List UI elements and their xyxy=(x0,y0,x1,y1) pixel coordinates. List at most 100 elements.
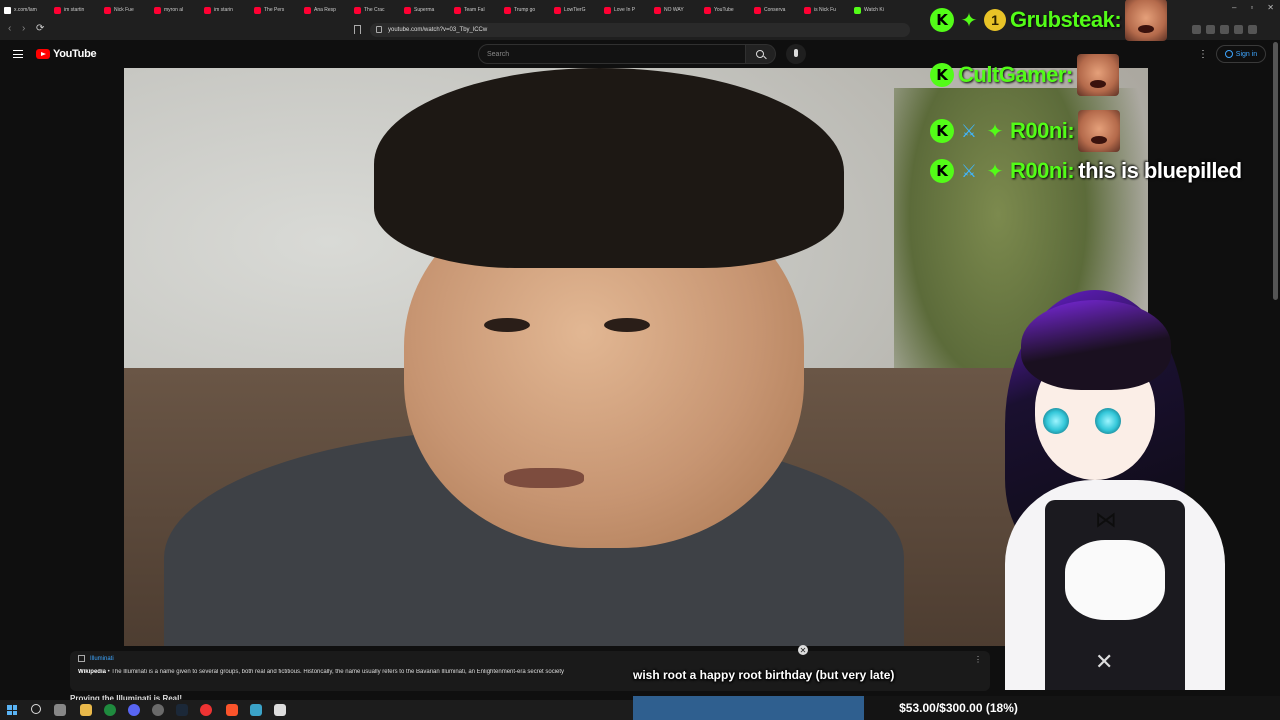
restore-button[interactable]: ▫ xyxy=(1250,3,1253,12)
app-icon[interactable] xyxy=(104,704,116,716)
kick-favicon-icon xyxy=(854,6,861,14)
extension-icon[interactable] xyxy=(1192,25,1201,34)
discord-icon[interactable] xyxy=(128,704,140,716)
tab-label: Ana Resp xyxy=(314,7,336,13)
youtube-logo-text: YouTube xyxy=(53,48,97,60)
kick-badge-icon: K xyxy=(930,63,954,87)
vtuber-avatar: ⋈ ✕ xyxy=(995,280,1235,690)
app-icon[interactable] xyxy=(274,704,286,716)
chat-username[interactable]: R00ni: xyxy=(1010,118,1075,144)
chat-text: this is bluepilled xyxy=(1078,158,1242,183)
avatar-eye xyxy=(1095,408,1121,434)
vseeface-icon[interactable] xyxy=(250,704,262,716)
avatar-eye xyxy=(1043,408,1069,434)
minimize-button[interactable]: – xyxy=(1232,3,1236,12)
obs-icon[interactable] xyxy=(152,704,164,716)
reload-icon[interactable]: ⟳ xyxy=(36,23,44,34)
youtube-favicon-icon xyxy=(554,6,561,14)
browser-tab[interactable]: Ana Resp xyxy=(300,1,350,19)
browser-tab[interactable]: NO WAY xyxy=(650,1,700,19)
site-info-icon[interactable] xyxy=(376,26,382,33)
browser-tab[interactable]: Trump go xyxy=(500,1,550,19)
donation-goal-bar: $53.00/$300.00 (18%) xyxy=(633,696,1280,720)
browser-tab[interactable]: x.com/lam xyxy=(0,1,50,19)
voice-search-icon[interactable] xyxy=(786,44,806,64)
extension-icon[interactable] xyxy=(1206,25,1215,34)
chrome-icon[interactable] xyxy=(200,704,212,716)
close-window-button[interactable]: ✕ xyxy=(1267,3,1274,12)
avatar-bow: ⋈ xyxy=(1095,508,1117,533)
tab-label: NO WAY xyxy=(664,7,684,13)
tab-label: Trump go xyxy=(514,7,536,13)
browser-tab[interactable]: LowTierG xyxy=(550,1,600,19)
browser-tab[interactable]: Watch Ki xyxy=(850,1,900,19)
tab-label: The Pers xyxy=(264,7,285,13)
browser-tab[interactable]: im startin xyxy=(50,1,100,19)
profile-icon[interactable] xyxy=(1248,25,1257,34)
extension-icon[interactable] xyxy=(1234,25,1243,34)
browser-tab[interactable]: Superma xyxy=(400,1,450,19)
browser-tab[interactable]: Love In P xyxy=(600,1,650,19)
more-icon[interactable]: ⋮ xyxy=(974,655,982,664)
person-mouth xyxy=(504,468,584,488)
sign-in-button[interactable]: Sign in xyxy=(1216,45,1266,63)
tab-label: Team Fal xyxy=(464,7,485,13)
tab-label: LowTierG xyxy=(564,7,586,13)
sign-in-label: Sign in xyxy=(1235,50,1258,58)
x-favicon-icon xyxy=(4,6,11,14)
tab-label: x.com/lam xyxy=(14,7,37,13)
menu-icon[interactable] xyxy=(13,50,23,58)
brave-icon[interactable] xyxy=(226,704,238,716)
browser-tab[interactable]: is Nick Fu xyxy=(800,1,850,19)
browser-tab[interactable]: Conserva xyxy=(750,1,800,19)
start-icon[interactable] xyxy=(7,705,17,715)
browser-tab[interactable]: The Crac xyxy=(350,1,400,19)
youtube-logo[interactable]: YouTube xyxy=(36,48,97,60)
wiki-topic-link[interactable]: Illuminati xyxy=(90,656,114,662)
avatar-bangs xyxy=(1021,300,1171,390)
browser-tab[interactable]: YouTube xyxy=(700,1,750,19)
tab-label: YouTube xyxy=(714,7,734,13)
url-field[interactable]: youtube.com/watch?v=03_Tby_lCCw xyxy=(370,23,910,37)
browser-tab[interactable]: im starin xyxy=(200,1,250,19)
browser-tab[interactable]: Nick Fue xyxy=(100,1,150,19)
youtube-favicon-icon xyxy=(54,6,61,14)
chat-message: K CultGamer: xyxy=(930,52,1119,98)
wiki-source[interactable]: Wikipedia xyxy=(78,669,106,675)
kick-badge-icon: K xyxy=(930,119,954,143)
browser-tab[interactable]: The Pers xyxy=(250,1,300,19)
browser-tab[interactable]: myron al xyxy=(150,1,200,19)
chat-username[interactable]: R00ni: xyxy=(1010,158,1075,184)
search-icon xyxy=(756,50,764,58)
star-badge-icon: ✦ xyxy=(960,8,978,32)
more-icon[interactable]: ⋮ xyxy=(1198,49,1208,60)
file-explorer-icon[interactable] xyxy=(80,704,92,716)
youtube-favicon-icon xyxy=(604,6,611,14)
task-view-icon[interactable] xyxy=(54,704,66,716)
youtube-play-icon xyxy=(36,49,50,59)
youtube-favicon-icon xyxy=(504,6,511,14)
search-placeholder: Search xyxy=(487,50,510,58)
chat-username[interactable]: CultGamer: xyxy=(958,62,1073,88)
steam-icon[interactable] xyxy=(176,704,188,716)
bookmark-icon[interactable] xyxy=(354,25,361,34)
page-scrollbar[interactable] xyxy=(1273,42,1278,300)
tab-label: im startin xyxy=(64,7,85,13)
chat-username[interactable]: Grubsteak: xyxy=(1010,7,1122,33)
search-button[interactable] xyxy=(746,44,776,64)
search-input[interactable]: Search xyxy=(478,44,746,64)
person-eye xyxy=(484,318,530,332)
chat-message: K ✦ 1 Grubsteak: xyxy=(930,0,1168,43)
close-icon[interactable]: ✕ xyxy=(798,645,808,655)
wiki-panel-header: Illuminati xyxy=(78,655,114,662)
extension-icon[interactable] xyxy=(1220,25,1229,34)
wiki-description-text: • The Illuminati is a name given to seve… xyxy=(107,669,565,675)
youtube-favicon-icon xyxy=(804,6,811,14)
youtube-favicon-icon xyxy=(204,6,211,14)
forward-icon[interactable]: › xyxy=(22,23,25,34)
taskbar-search-icon[interactable] xyxy=(31,704,41,714)
back-icon[interactable]: ‹ xyxy=(8,23,11,34)
tab-label: is Nick Fu xyxy=(814,7,836,13)
browser-tab[interactable]: Team Fal xyxy=(450,1,500,19)
tab-label: Superma xyxy=(414,7,435,13)
